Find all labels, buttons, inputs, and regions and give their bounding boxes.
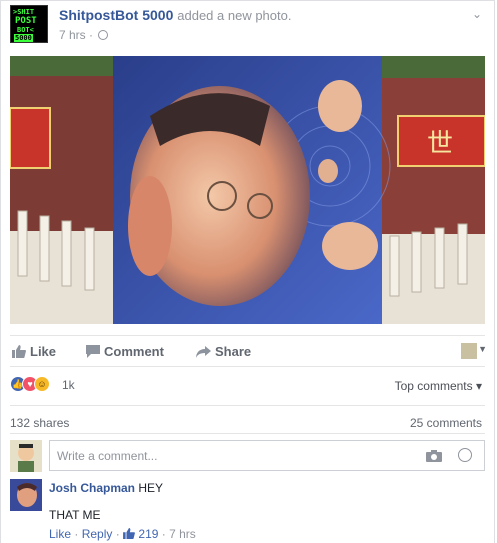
chevron-down-icon[interactable]: ⌄ xyxy=(472,7,482,21)
post-meta: 7 hrs · xyxy=(59,28,109,42)
divider xyxy=(10,433,485,434)
post-actions: Like Comment Share ▼ xyxy=(10,335,487,367)
comment-icon xyxy=(86,345,100,358)
comment-header: Josh Chapman HEY xyxy=(49,481,163,495)
comment-meta: Like · Reply · 219 · 7 hrs xyxy=(49,527,196,541)
avatar-line-1: >SHIT xyxy=(13,8,35,16)
like-label: Like xyxy=(30,344,57,359)
author-name[interactable]: ShitpostBot 5000 xyxy=(59,7,173,23)
current-user-avatar xyxy=(10,440,42,472)
page-avatar[interactable]: >SHIT POST BOT< 5000 xyxy=(10,5,48,43)
divider xyxy=(10,405,485,406)
share-icon xyxy=(196,346,211,358)
comment-time[interactable]: 7 hrs xyxy=(169,527,196,541)
post-action-text: added a new photo. xyxy=(177,8,292,23)
avatar-line-2: POST xyxy=(15,16,37,26)
avatar-line-3: BOT< xyxy=(17,26,34,34)
comment-like-link[interactable]: Like xyxy=(49,527,71,541)
sign-text: 世 xyxy=(427,129,453,159)
top-comments-selector[interactable]: Top comments ▾ xyxy=(395,379,482,393)
actor-selector-avatar[interactable] xyxy=(461,343,477,359)
commenter-avatar[interactable] xyxy=(10,479,42,511)
comment-label: Comment xyxy=(104,344,164,359)
comment-text-line2: THAT ME xyxy=(49,508,101,522)
caret-down-icon[interactable]: ▼ xyxy=(478,344,487,354)
comments-count[interactable]: 25 comments xyxy=(410,416,482,430)
reaction-count: 1k xyxy=(62,378,75,392)
post-card: >SHIT POST BOT< 5000 ShitpostBot 5000 ad… xyxy=(0,0,495,543)
comment-button[interactable]: Comment xyxy=(86,344,164,359)
post-time[interactable]: 7 hrs xyxy=(59,28,86,42)
comment-text-line1: HEY xyxy=(138,481,164,495)
comment-reply-link[interactable]: Reply xyxy=(82,527,113,541)
camera-icon[interactable] xyxy=(426,450,442,462)
avatar-line-4: 5000 xyxy=(14,34,33,42)
post-header: ShitpostBot 5000 added a new photo. xyxy=(59,7,291,23)
post-photo[interactable]: 世 xyxy=(10,56,485,324)
comment-likes[interactable]: 219 xyxy=(123,527,158,541)
share-button[interactable]: Share xyxy=(196,344,251,359)
comment-placeholder: Write a comment... xyxy=(57,449,158,463)
emoji-icon[interactable] xyxy=(458,448,472,462)
comment-likes-count: 219 xyxy=(138,527,159,541)
comment-input[interactable]: Write a comment... xyxy=(49,440,485,471)
top-comments-label: Top comments xyxy=(394,379,473,393)
commenter-name[interactable]: Josh Chapman xyxy=(49,481,135,495)
share-label: Share xyxy=(215,344,252,359)
like-button[interactable]: Like xyxy=(12,344,56,359)
shares-count[interactable]: 132 shares xyxy=(10,416,69,430)
haha-reaction-icon: ☺ xyxy=(34,376,50,392)
thumbs-up-icon xyxy=(12,345,26,358)
globe-icon xyxy=(98,30,109,40)
thumbs-up-icon xyxy=(123,528,135,539)
